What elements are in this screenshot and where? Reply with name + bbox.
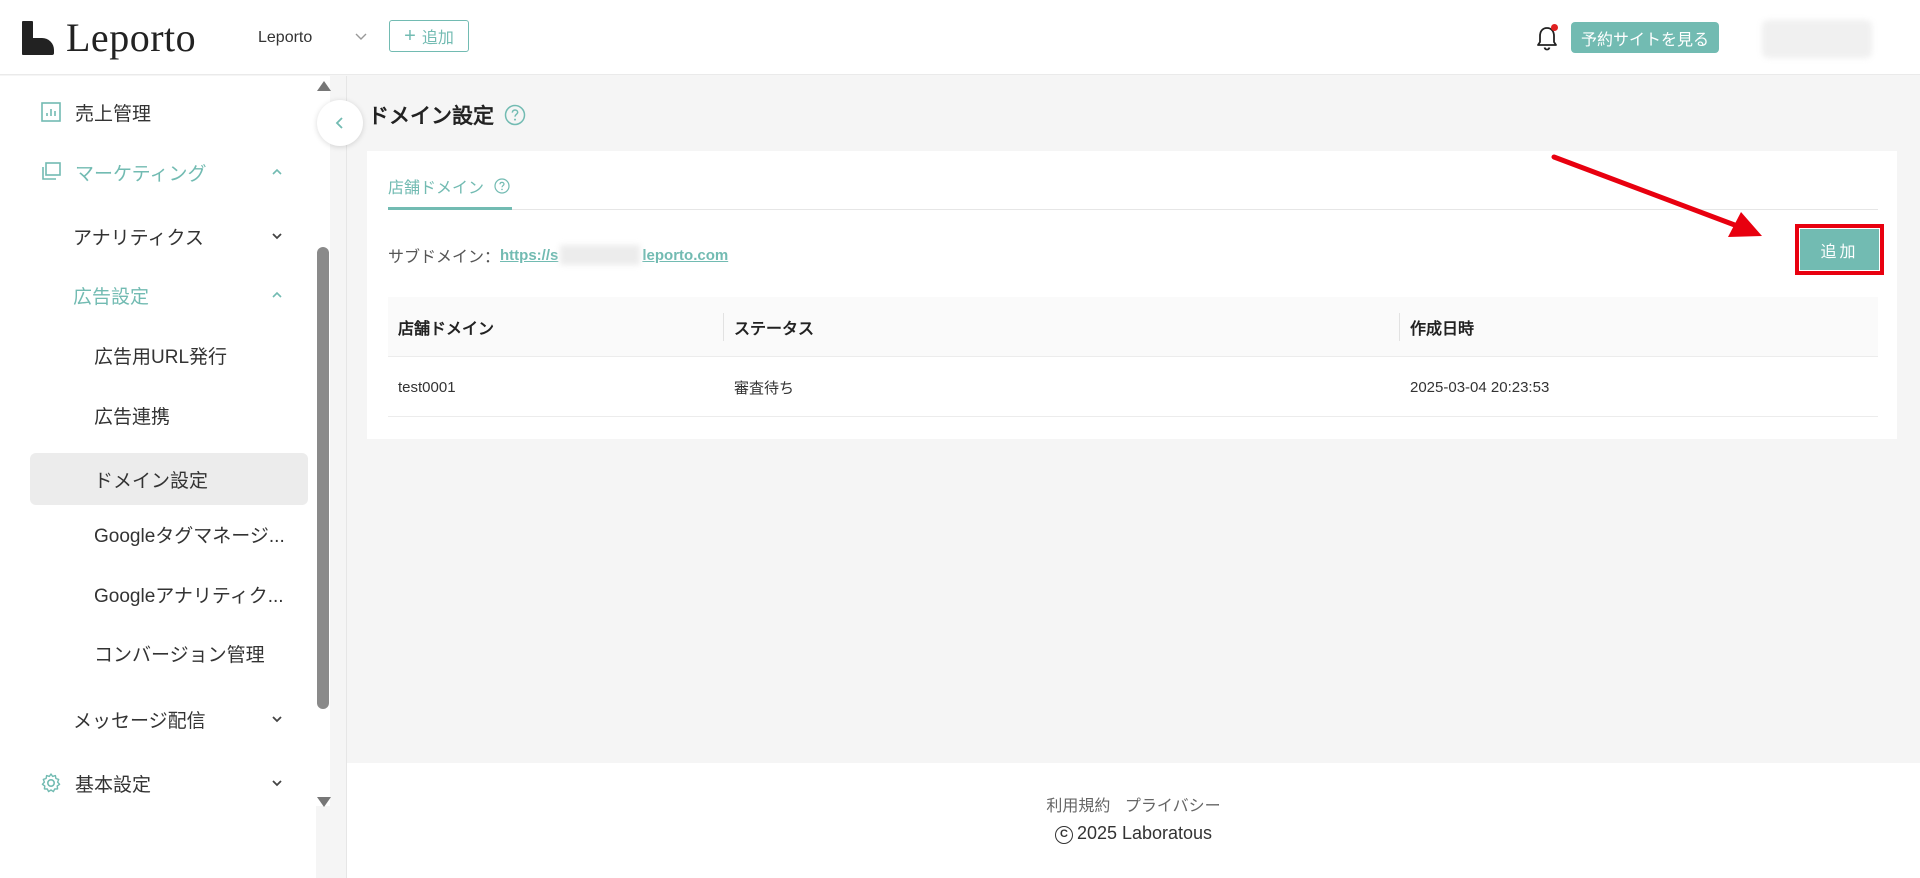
cell-created: 2025-03-04 20:23:53	[1410, 378, 1550, 396]
top-header: Leporto Leporto + 追加 予約サイトを見る	[0, 0, 1920, 75]
footer-links: 利用規約 プライバシー	[347, 792, 1920, 816]
view-booking-site-button[interactable]: 予約サイトを見る	[1571, 22, 1719, 53]
chevron-down-icon	[272, 780, 282, 787]
sidebar-item-sales[interactable]: 売上管理	[0, 86, 310, 138]
gear-icon	[41, 773, 61, 793]
user-menu[interactable]	[1762, 20, 1872, 58]
sidebar-item-marketing[interactable]: マーケティング	[0, 146, 310, 198]
sidebar-item-google-tag-manager[interactable]: Googleタグマネージ...	[0, 508, 310, 560]
sidebar-item-conversion[interactable]: コンバージョン管理	[0, 627, 310, 679]
store-select[interactable]: Leporto	[258, 26, 368, 50]
sidebar-item-label: アナリティクス	[73, 227, 204, 249]
active-tab-indicator	[388, 207, 512, 210]
plus-icon: +	[404, 25, 416, 47]
sidebar-item-label: 売上管理	[75, 103, 152, 125]
column-header-status: ステータス	[734, 321, 815, 338]
chevron-up-icon	[272, 291, 282, 298]
sidebar-item-label: 広告用URL発行	[94, 346, 228, 368]
cell-status: 審査待ち	[734, 379, 795, 397]
help-icon[interactable]	[504, 104, 526, 126]
subdomain-row: サブドメイン： https://s leporto.com	[388, 243, 728, 267]
logo[interactable]: Leporto	[20, 18, 196, 58]
add-domain-button[interactable]: 追加	[1795, 224, 1884, 275]
column-separator	[1399, 313, 1400, 341]
sidebar-item-google-analytics[interactable]: Googleアナリティク...	[0, 568, 310, 620]
privacy-link[interactable]: プライバシー	[1125, 798, 1221, 815]
sidebar-item-label: ドメイン設定	[94, 470, 209, 492]
chevron-left-icon	[335, 117, 343, 129]
store-select-value: Leporto	[258, 29, 313, 46]
chevron-down-icon	[272, 233, 282, 240]
chart-icon	[41, 102, 61, 122]
terms-link[interactable]: 利用規約	[1046, 798, 1110, 815]
copyright: C 2025 Laboratous	[347, 823, 1920, 844]
help-icon[interactable]	[494, 178, 510, 194]
sidebar-item-label: Googleアナリティク...	[94, 585, 284, 607]
sidebar-item-ad-integration[interactable]: 広告連携	[0, 389, 310, 441]
sidebar-item-label: Googleタグマネージ...	[94, 525, 285, 547]
table-row[interactable]: test0001 審査待ち 2025-03-04 20:23:53	[388, 357, 1878, 417]
chevron-down-icon	[272, 716, 282, 723]
footer: 利用規約 プライバシー C 2025 Laboratous	[347, 763, 1920, 878]
page-title: ドメイン設定	[368, 100, 526, 130]
sidebar-item-label: 基本設定	[75, 774, 152, 796]
copyright-icon: C	[1054, 826, 1073, 844]
marketing-icon	[42, 162, 61, 180]
sidebar-scrollbar-thumb[interactable]	[317, 247, 329, 709]
sidebar-divider	[346, 76, 347, 878]
scroll-down-arrow-icon[interactable]	[317, 797, 331, 807]
column-header-domain: 店舗ドメイン	[398, 321, 495, 338]
chevron-down-icon	[355, 33, 367, 40]
sidebar-item-domain-settings[interactable]: ドメイン設定	[30, 453, 308, 505]
sidebar-item-message-delivery[interactable]: メッセージ配信	[0, 693, 310, 745]
notification-bell[interactable]	[1535, 24, 1559, 52]
add-store-button[interactable]: + 追加	[389, 20, 469, 52]
logo-mark-icon	[20, 21, 56, 55]
subdomain-link-end[interactable]: leporto.com	[642, 247, 728, 264]
add-store-label: 追加	[421, 30, 454, 47]
domain-table: 店舗ドメイン ステータス 作成日時 test0001 審査待ち 2025-03-…	[388, 297, 1878, 417]
subdomain-link-start[interactable]: https://s	[500, 247, 558, 264]
sidebar-item-label: マーケティング	[75, 163, 207, 185]
copyright-text: 2025 Laboratous	[1076, 823, 1213, 843]
column-separator	[723, 313, 724, 341]
subdomain-label: サブドメイン：	[388, 249, 501, 266]
sidebar-item-label: 広告設定	[73, 286, 150, 308]
sidebar: 売上管理 マーケティング アナリティクス 広告設定 広告用URL発行 広告連携 …	[0, 76, 316, 878]
cell-domain: test0001	[398, 378, 456, 396]
tab-label: 店舗ドメイン	[388, 180, 485, 197]
page-title-text: ドメイン設定	[368, 105, 494, 128]
sidebar-item-label: 広告連携	[94, 406, 171, 428]
sidebar-item-analytics[interactable]: アナリティクス	[0, 210, 310, 262]
sidebar-item-label: コンバージョン管理	[94, 644, 265, 666]
logo-text: Leporto	[66, 15, 197, 60]
annotation-arrow-icon	[1551, 154, 1762, 237]
tab-store-domain[interactable]: 店舗ドメイン	[388, 169, 510, 203]
collapse-sidebar-button[interactable]	[317, 100, 363, 146]
scroll-up-arrow-icon[interactable]	[317, 81, 331, 91]
column-header-created: 作成日時	[1410, 321, 1475, 338]
table-header: 店舗ドメイン ステータス 作成日時	[388, 297, 1878, 357]
sidebar-item-basic-settings[interactable]: 基本設定	[0, 757, 310, 809]
chevron-up-icon	[272, 168, 282, 175]
sidebar-item-label: メッセージ配信	[73, 710, 206, 732]
redacted-text	[560, 245, 641, 265]
notification-badge	[1551, 24, 1558, 31]
sidebar-item-ad-url[interactable]: 広告用URL発行	[0, 329, 310, 381]
sidebar-item-ad-settings[interactable]: 広告設定	[0, 269, 310, 321]
